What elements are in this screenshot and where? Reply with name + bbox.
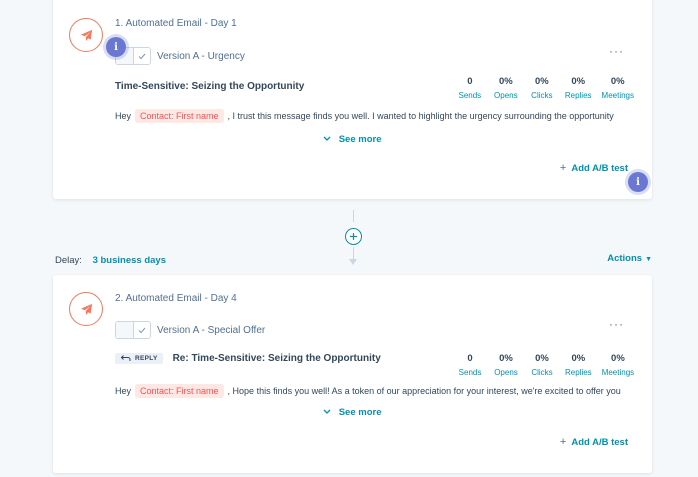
add-ab-test-label: Add A/B test xyxy=(571,437,628,448)
stat-value: 0 xyxy=(467,353,473,364)
variant-label: Version A - Urgency xyxy=(157,50,245,62)
stat-clicks[interactable]: 0% Clicks xyxy=(529,76,555,100)
stat-sends[interactable]: 0 Sends xyxy=(457,76,483,100)
reply-label: REPLY xyxy=(135,355,158,362)
email-step-card-1: 1. Automated Email - Day 1 Version A - U… xyxy=(53,0,652,199)
connector-line-top xyxy=(353,210,354,222)
step-icon-container xyxy=(69,18,103,52)
add-ab-test-button[interactable]: + Add A/B test xyxy=(560,436,628,448)
stat-opens[interactable]: 0% Opens xyxy=(493,76,519,100)
reply-badge: REPLY xyxy=(115,353,163,364)
stat-replies[interactable]: 0% Replies xyxy=(565,353,592,377)
stat-label: Clicks xyxy=(531,91,553,100)
stat-label: Opens xyxy=(494,91,518,100)
personalization-token: Contact: First name xyxy=(135,384,224,398)
delay-info: Delay: 3 business days xyxy=(55,255,166,266)
toggle-off-segment[interactable] xyxy=(116,322,133,338)
email-subject: Time-Sensitive: Seizing the Opportunity xyxy=(115,81,305,92)
preview-greeting: Hey xyxy=(115,111,132,121)
stat-value: 0% xyxy=(535,353,549,364)
stat-label: Meetings xyxy=(601,368,635,377)
toggle-on-segment[interactable] xyxy=(133,48,150,64)
email-stats: 0 Sends 0% Opens 0% Clicks 0% Replies 0% Meet… xyxy=(447,76,635,100)
email-preview: Hey Contact: First name , Hope this find… xyxy=(115,384,621,398)
stat-label: Opens xyxy=(494,368,518,377)
stat-meetings[interactable]: 0% Meetings xyxy=(602,353,634,377)
variant-row: Version A - Urgency xyxy=(115,47,245,65)
step-icon-container xyxy=(69,292,103,326)
chevron-down-icon xyxy=(323,408,333,417)
plus-icon: + xyxy=(559,436,567,448)
stat-meetings[interactable]: 0% Meetings xyxy=(602,76,634,100)
stat-value: 0 xyxy=(467,76,473,87)
actions-menu[interactable]: Actions ▼ xyxy=(607,253,652,264)
stat-value: 0% xyxy=(499,353,513,364)
more-options-icon[interactable]: ··· xyxy=(609,44,624,58)
see-more-link[interactable]: See more xyxy=(53,407,652,418)
plus-icon xyxy=(350,233,357,240)
info-icon[interactable]: i xyxy=(106,37,126,57)
paper-plane-icon xyxy=(80,29,92,41)
chevron-down-icon xyxy=(323,135,333,144)
stat-value: 0% xyxy=(611,353,625,364)
add-ab-test-label: Add A/B test xyxy=(571,163,628,174)
see-more-label: See more xyxy=(338,407,382,418)
more-options-icon[interactable]: ··· xyxy=(609,317,624,331)
see-more-link[interactable]: See more xyxy=(53,134,652,145)
stat-value: 0% xyxy=(571,76,586,87)
email-stats: 0 Sends 0% Opens 0% Clicks 0% Replies 0% Meet… xyxy=(447,353,680,377)
email-subject: Re: Time-Sensitive: Seizing the Opportun… xyxy=(172,353,381,364)
preview-greeting: Hey xyxy=(115,386,132,396)
check-icon xyxy=(138,53,146,59)
step-title: 2. Automated Email - Day 4 xyxy=(115,293,237,304)
stat-value: 0% xyxy=(534,76,549,87)
stat-label: Meetings xyxy=(601,91,634,100)
preview-body: , I trust this message finds you well. I… xyxy=(227,111,614,121)
paper-plane-icon xyxy=(80,303,92,315)
email-subject-row: REPLY Re: Time-Sensitive: Seizing the Op… xyxy=(115,353,381,364)
stat-label: Sends xyxy=(458,368,482,377)
see-more-label: See more xyxy=(338,134,382,145)
delay-value[interactable]: 3 business days xyxy=(93,255,166,266)
add-ab-test-button[interactable]: + Add A/B test xyxy=(560,162,628,174)
variant-toggle[interactable] xyxy=(115,321,151,339)
variant-row: Version A - Special Offer xyxy=(115,321,265,339)
toggle-on-segment[interactable] xyxy=(133,322,150,338)
add-step-button[interactable] xyxy=(345,228,362,245)
stat-sends[interactable]: 0 Sends xyxy=(457,353,483,377)
personalization-token: Contact: First name xyxy=(135,109,224,123)
preview-body: , Hope this finds you well! As a token o… xyxy=(227,386,621,396)
variant-label: Version A - Special Offer xyxy=(157,324,266,336)
info-icon[interactable]: i xyxy=(628,172,648,192)
stat-label: Sends xyxy=(458,91,482,100)
stat-opens[interactable]: 0% Opens xyxy=(493,353,519,377)
stat-clicks[interactable]: 0% Clicks xyxy=(529,353,555,377)
plus-icon: + xyxy=(559,162,567,174)
stat-label: Replies xyxy=(565,368,592,377)
stat-label: Clicks xyxy=(531,368,553,377)
stat-value: 0% xyxy=(571,353,586,364)
actions-label: Actions xyxy=(607,253,643,264)
stat-replies[interactable]: 0% Replies xyxy=(565,76,592,100)
step-title: 1. Automated Email - Day 1 xyxy=(115,18,237,29)
stat-value: 0% xyxy=(498,76,513,87)
reply-arrow-icon xyxy=(120,355,131,361)
arrow-down-icon xyxy=(349,259,357,265)
caret-down-icon: ▼ xyxy=(645,256,652,263)
delay-label: Delay: xyxy=(55,255,82,266)
stat-label: Replies xyxy=(564,91,592,100)
email-preview: Hey Contact: First name , I trust this m… xyxy=(115,109,614,123)
check-icon xyxy=(138,327,146,333)
stat-value: 0% xyxy=(610,76,625,87)
